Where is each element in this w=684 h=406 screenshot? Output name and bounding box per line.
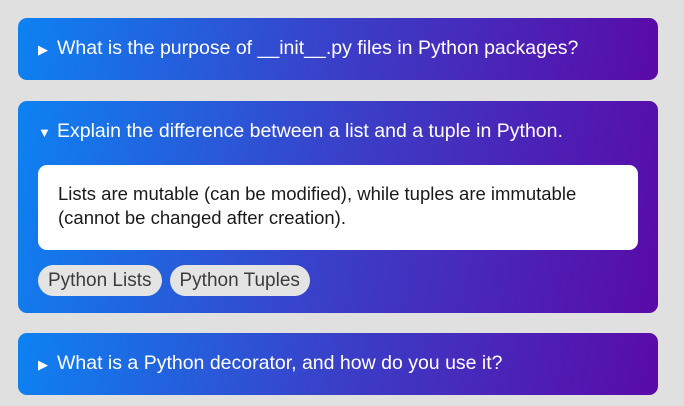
faq-item-init-py: ▶ What is the purpose of __init__.py fil… <box>18 18 658 80</box>
faq-question: What is the purpose of __init__.py files… <box>57 37 579 60</box>
faq-answer: Lists are mutable (can be modified), whi… <box>38 165 638 250</box>
faq-item-list-vs-tuple: ▼ Explain the difference between a list … <box>18 101 658 313</box>
tag-list: Python Lists Python Tuples <box>38 265 638 296</box>
faq-question: What is a Python decorator, and how do y… <box>57 352 503 375</box>
collapsed-triangle-icon: ▶ <box>38 41 48 57</box>
faq-item-decorator: ▶ What is a Python decorator, and how do… <box>18 333 658 395</box>
faq-summary-init-py[interactable]: ▶ What is the purpose of __init__.py fil… <box>18 18 658 80</box>
faq-summary-list-vs-tuple[interactable]: ▼ Explain the difference between a list … <box>18 101 658 163</box>
tag-python-lists[interactable]: Python Lists <box>38 265 162 296</box>
collapsed-triangle-icon: ▶ <box>38 356 48 372</box>
faq-question: Explain the difference between a list an… <box>57 120 563 143</box>
expanded-triangle-icon: ▼ <box>38 124 51 140</box>
tag-python-tuples[interactable]: Python Tuples <box>169 265 310 296</box>
faq-summary-decorator[interactable]: ▶ What is a Python decorator, and how do… <box>18 333 658 395</box>
